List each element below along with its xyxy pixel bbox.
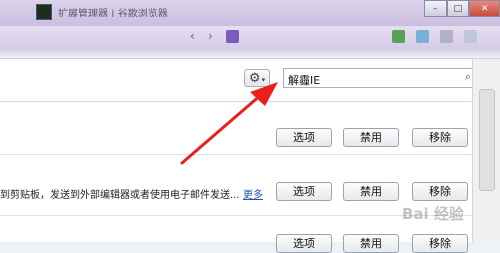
arrow-shaft xyxy=(180,92,264,165)
baidu-watermark: Bai 经验 xyxy=(402,205,464,223)
